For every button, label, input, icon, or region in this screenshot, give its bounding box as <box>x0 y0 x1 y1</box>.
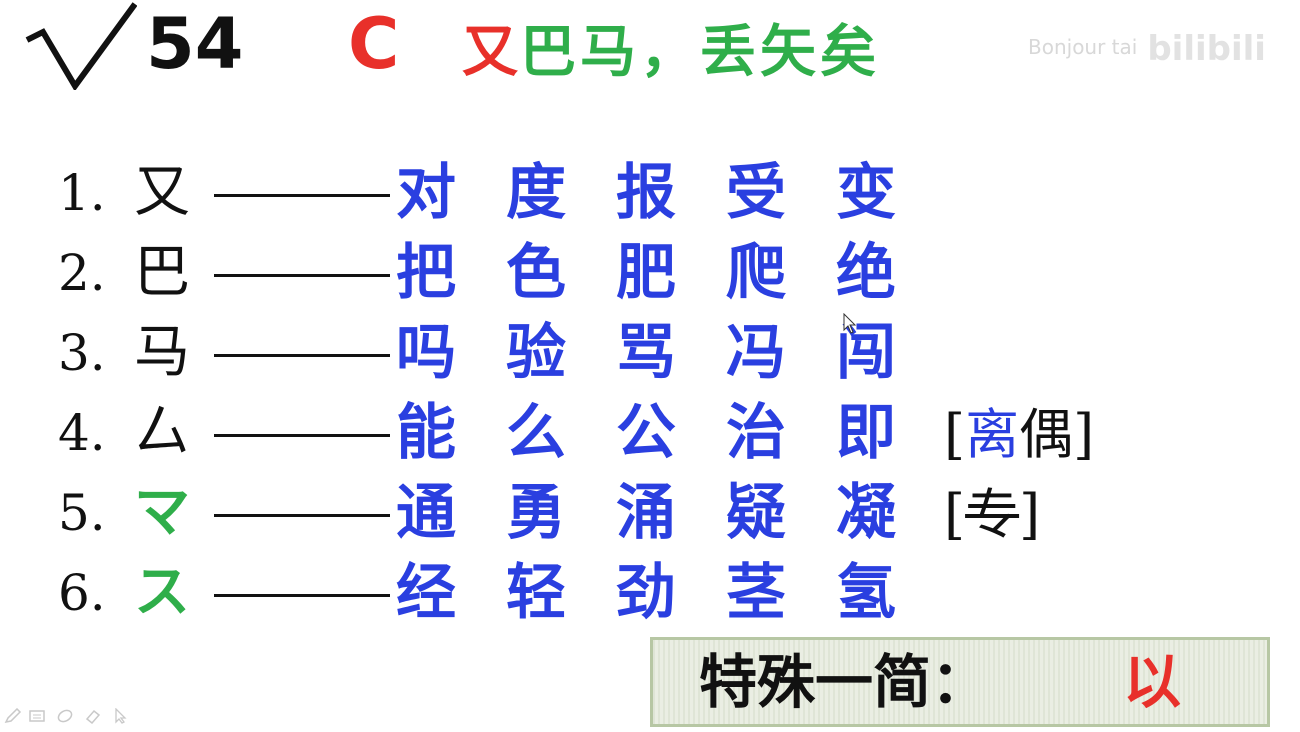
row-number: 2. <box>58 244 106 302</box>
row-radical: 巴 <box>134 240 190 305</box>
character: 受 <box>726 158 786 228</box>
screen-icon[interactable] <box>28 708 46 724</box>
row-characters: 通勇涌疑凝 <box>396 478 946 548</box>
bracket-open: [ <box>944 403 966 466</box>
component-row: 3. 马 吗验骂冯闯 <box>58 318 1258 398</box>
character: 绝 <box>836 238 896 308</box>
row-radical: 又 <box>134 160 190 225</box>
pen-icon[interactable] <box>4 708 22 724</box>
row-characters: 把色肥爬绝 <box>396 238 946 308</box>
component-row: 1. 又 对度报受变 <box>58 158 1258 238</box>
row-dash <box>214 274 390 277</box>
character: 劲 <box>616 558 676 628</box>
presentation-toolbar <box>4 704 154 728</box>
bracket-close: ] <box>1019 483 1041 546</box>
pointer-icon[interactable] <box>112 708 130 724</box>
watermark: Bonjour tai bilibili <box>1028 22 1288 72</box>
special-character: 以 <box>1123 648 1182 716</box>
component-row: 5. マ 通勇涌疑凝 [专] <box>58 478 1258 558</box>
character: 么 <box>506 398 566 468</box>
row-exception: [专] <box>944 480 1040 550</box>
row-exception: [离偶] <box>944 400 1094 470</box>
character: 勇 <box>506 478 566 548</box>
header-component-red: 又 <box>462 20 518 85</box>
character: 经 <box>396 558 456 628</box>
row-number: 6. <box>58 564 106 622</box>
row-characters: 经轻劲茎氢 <box>396 558 946 628</box>
bracket-close: ] <box>1073 403 1095 466</box>
character: 凝 <box>836 478 896 548</box>
lesson-number: 54 <box>146 3 244 85</box>
character: 疑 <box>726 478 786 548</box>
row-dash <box>214 594 390 597</box>
header-components-green: 巴马，丢矢矣 <box>520 20 880 85</box>
component-row: 2. 巴 把色肥爬绝 <box>58 238 1258 318</box>
bilibili-logo: bilibili <box>1147 28 1266 69</box>
row-radical: 厶 <box>134 400 190 465</box>
row-dash <box>214 354 390 357</box>
character: 色 <box>506 238 566 308</box>
eraser-icon[interactable] <box>84 708 102 724</box>
character: 验 <box>506 318 566 388</box>
row-number: 3. <box>58 324 106 382</box>
row-dash <box>214 194 390 197</box>
radical-sign-icon <box>25 2 137 90</box>
row-radical: マ <box>134 480 190 545</box>
character: 把 <box>396 238 456 308</box>
character: 度 <box>506 158 566 228</box>
answer-letter: C <box>348 3 400 85</box>
character: 吗 <box>396 318 456 388</box>
component-row: 4. 厶 能么公治即 [离偶] <box>58 398 1258 478</box>
bracket-open: [ <box>944 483 966 546</box>
struck-character: 专 <box>965 483 1020 546</box>
character: 治 <box>726 398 786 468</box>
row-number: 1. <box>58 164 106 222</box>
special-label: 特殊一简： <box>699 648 990 716</box>
character: 通 <box>396 478 456 548</box>
special-simplification-box: 特殊一简： 以 <box>650 637 1270 727</box>
character: 变 <box>836 158 896 228</box>
row-characters: 能么公治即 <box>396 398 946 468</box>
row-characters: 吗验骂冯闯 <box>396 318 946 388</box>
character: 涌 <box>616 478 676 548</box>
exception-character: 偶 <box>1019 403 1074 466</box>
component-row: 6. ス 经轻劲茎氢 <box>58 558 1258 638</box>
character: 爬 <box>726 238 786 308</box>
row-number: 4. <box>58 404 106 462</box>
mouse-cursor-icon <box>843 313 857 334</box>
row-dash <box>214 514 390 517</box>
character: 氢 <box>836 558 896 628</box>
highlighter-icon[interactable] <box>56 708 74 724</box>
character: 轻 <box>506 558 566 628</box>
watermark-text: Bonjour tai <box>1028 35 1138 59</box>
row-characters: 对度报受变 <box>396 158 946 228</box>
character: 肥 <box>616 238 676 308</box>
row-radical: ス <box>134 560 190 625</box>
exception-character: 离 <box>965 403 1020 466</box>
character: 能 <box>396 398 456 468</box>
character: 骂 <box>616 318 676 388</box>
row-number: 5. <box>58 484 106 542</box>
character: 公 <box>616 398 676 468</box>
character: 冯 <box>726 318 786 388</box>
row-dash <box>214 434 390 437</box>
character: 茎 <box>726 558 786 628</box>
character: 即 <box>836 398 896 468</box>
row-radical: 马 <box>134 320 190 385</box>
character: 对 <box>396 158 456 228</box>
character: 报 <box>616 158 676 228</box>
